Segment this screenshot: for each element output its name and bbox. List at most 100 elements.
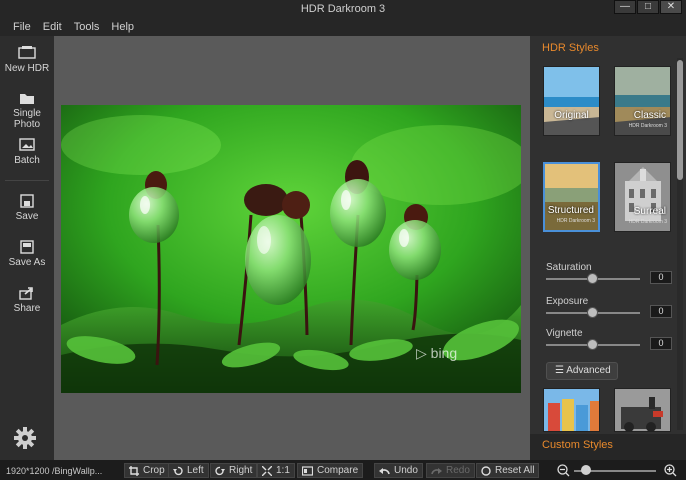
undo-icon xyxy=(379,467,390,474)
photo-preview[interactable]: ▷ bing xyxy=(61,105,521,393)
custom-style-2[interactable] xyxy=(614,388,671,432)
redo-label: Redo xyxy=(446,465,470,476)
scrollbar-thumb[interactable] xyxy=(677,60,683,180)
save-button[interactable]: Save xyxy=(0,194,54,222)
vignette-value[interactable]: 0 xyxy=(650,337,672,350)
menu-help[interactable]: Help xyxy=(111,21,134,33)
style-surreal-label: Surreal xyxy=(633,206,666,217)
save-label: Save xyxy=(15,211,39,222)
saturation-value[interactable]: 0 xyxy=(650,271,672,284)
rotate-left-icon xyxy=(173,466,183,475)
share-label: Share xyxy=(13,303,41,314)
reset-all-button[interactable]: Reset All xyxy=(476,463,540,478)
vignette-control: Vignette 0 xyxy=(546,328,676,350)
redo-icon xyxy=(431,467,442,474)
style-structured[interactable]: Structured HDR Darkroom 3 xyxy=(543,162,600,232)
status-bar: 1920*1200 /BingWallp... Crop Left Right … xyxy=(0,460,686,480)
single-photo-label: Single Photo xyxy=(13,108,41,130)
bing-watermark: ▷ bing xyxy=(416,345,458,361)
style-classic-label: Classic xyxy=(633,110,666,121)
rotate-right-icon xyxy=(215,466,225,475)
style-structured-sub: HDR Darkroom 3 xyxy=(556,218,595,224)
style-structured-label: Structured xyxy=(547,205,594,216)
style-surreal[interactable]: Surreal HDR Darkroom 3 xyxy=(614,162,671,232)
style-original[interactable]: Original xyxy=(543,66,600,136)
fit-icon xyxy=(262,465,272,476)
new-hdr-label: New HDR xyxy=(4,63,50,74)
watermark-text: bing xyxy=(430,345,458,361)
saturation-knob[interactable] xyxy=(587,273,598,284)
batch-button[interactable]: Batch xyxy=(0,138,54,166)
minimize-button[interactable]: — xyxy=(614,0,636,14)
left-label: Left xyxy=(187,465,204,476)
zoom-out-icon[interactable] xyxy=(557,464,570,477)
save-icon xyxy=(20,194,34,208)
maximize-button[interactable]: □ xyxy=(637,0,659,14)
share-icon xyxy=(19,287,33,300)
undo-button[interactable]: Undo xyxy=(374,463,423,478)
rotate-left-button[interactable]: Left xyxy=(168,463,209,478)
advanced-button[interactable]: ☰ Advanced xyxy=(546,362,618,380)
new-hdr-button[interactable]: New HDR xyxy=(0,46,54,74)
compare-icon xyxy=(302,465,313,476)
reset-all-label: Reset All xyxy=(495,465,535,476)
menu-tools[interactable]: Tools xyxy=(74,21,100,33)
custom-style-2-thumbnail xyxy=(615,389,670,431)
save-as-icon xyxy=(20,240,34,254)
undo-label: Undo xyxy=(394,465,418,476)
custom-styles-title: Custom Styles xyxy=(542,439,613,451)
right-label: Right xyxy=(229,465,253,476)
title-bar: HDR Darkroom 3 — □ ✕ xyxy=(0,0,686,18)
style-original-label: Original xyxy=(554,110,589,121)
actual-size-button[interactable]: 1:1 xyxy=(257,463,295,478)
reset-icon xyxy=(481,465,491,476)
batch-label: Batch xyxy=(14,155,40,166)
toolbar-divider xyxy=(5,180,49,181)
redo-button[interactable]: Redo xyxy=(426,463,475,478)
save-as-label: Save As xyxy=(8,257,46,268)
settings-button[interactable] xyxy=(13,426,37,453)
custom-style-1[interactable] xyxy=(543,388,600,432)
vignette-knob[interactable] xyxy=(587,339,598,350)
new-hdr-icon xyxy=(18,46,36,59)
style-surreal-sub: HDR Darkroom 3 xyxy=(628,219,667,225)
custom-styles-header[interactable]: Custom Styles xyxy=(530,434,686,460)
style-classic-sub: HDR Darkroom 3 xyxy=(628,123,667,129)
menu-file[interactable]: File xyxy=(13,21,31,33)
original-thumbnail xyxy=(544,67,599,135)
exposure-value[interactable]: 0 xyxy=(650,305,672,318)
batch-icon xyxy=(19,138,35,151)
style-classic[interactable]: Classic HDR Darkroom 3 xyxy=(614,66,671,136)
window-title: HDR Darkroom 3 xyxy=(300,3,386,15)
crop-icon xyxy=(129,465,139,476)
styles-panel: HDR Styles Original Classic HDR Darkroom… xyxy=(530,36,686,460)
rotate-right-button[interactable]: Right xyxy=(210,463,258,478)
compare-button[interactable]: Compare xyxy=(297,463,364,478)
folder-icon xyxy=(20,94,34,104)
crop-label: Crop xyxy=(143,465,165,476)
gear-icon xyxy=(14,427,36,449)
image-canvas[interactable]: ▷ bing xyxy=(54,36,530,460)
share-button[interactable]: Share xyxy=(0,286,54,314)
hdr-styles-title: HDR Styles xyxy=(542,42,599,54)
menu-bar: File Edit Tools Help xyxy=(0,18,686,36)
save-as-button[interactable]: Save As xyxy=(0,240,54,268)
panel-scrollbar[interactable] xyxy=(677,58,683,430)
close-button[interactable]: ✕ xyxy=(660,0,682,14)
left-toolbar: New HDR Single Photo Batch Save Save As … xyxy=(0,36,54,460)
crop-button[interactable]: Crop xyxy=(124,463,170,478)
advanced-label: Advanced xyxy=(566,365,611,376)
zoom-knob[interactable] xyxy=(581,465,592,475)
list-icon: ☰ xyxy=(555,365,564,376)
one-to-one-label: 1:1 xyxy=(276,465,290,476)
custom-style-1-thumbnail xyxy=(544,389,599,431)
exposure-knob[interactable] xyxy=(587,307,598,318)
zoom-in-icon[interactable] xyxy=(664,464,677,477)
saturation-control: Saturation 0 xyxy=(546,262,676,284)
file-info: 1920*1200 /BingWallp... xyxy=(6,466,103,476)
exposure-control: Exposure 0 xyxy=(546,296,676,318)
window-controls: — □ ✕ xyxy=(613,0,682,14)
single-photo-button[interactable]: Single Photo xyxy=(0,92,54,130)
compare-label: Compare xyxy=(317,465,359,476)
menu-edit[interactable]: Edit xyxy=(43,21,62,33)
